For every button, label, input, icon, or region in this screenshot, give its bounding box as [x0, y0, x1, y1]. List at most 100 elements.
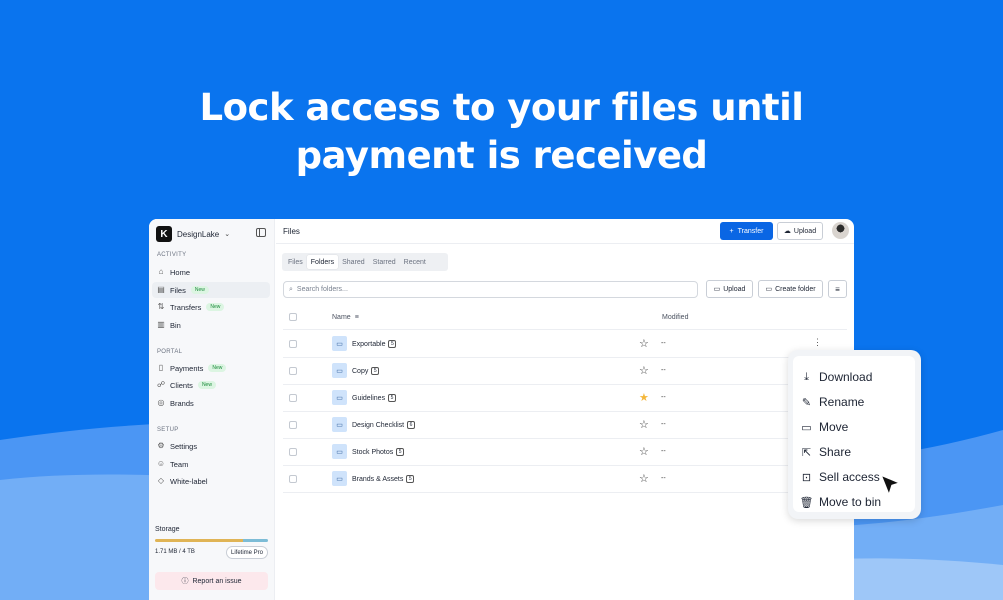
users-icon: ☍ [156, 380, 166, 389]
sidebar-item-settings[interactable]: ⚙ Settings [152, 438, 270, 454]
tab-recent[interactable]: Recent [400, 255, 430, 269]
sidebar-item-label: Home [170, 267, 191, 277]
star-filled-icon[interactable]: ★ [639, 391, 649, 404]
tab-files[interactable]: Files [284, 255, 307, 269]
table-row[interactable]: ▭ Guidelines 5 ★ -- [283, 385, 847, 412]
row-checkbox[interactable] [289, 421, 297, 429]
folder-name: Design Checklist 6 [352, 421, 415, 429]
team-icon: ☺ [156, 459, 166, 468]
menu-item-sell-access[interactable]: ⊡ Sell access [801, 468, 880, 486]
tab-folders[interactable]: Folders [306, 255, 339, 269]
folder-icon: ▭ [332, 417, 347, 432]
table-row[interactable]: ▭ Exportable 5 ☆ -- ⋮ [283, 331, 847, 358]
workspace-switcher[interactable]: K DesignLake ⌄ [156, 223, 268, 245]
search-placeholder: Search folders... [296, 286, 348, 293]
folder-name-label: Guidelines [352, 394, 386, 402]
sidebar-toggle-icon[interactable] [256, 228, 266, 237]
folder-name: Exportable 5 [352, 340, 397, 348]
modified-value: -- [661, 475, 666, 482]
topbar: Files + Transfer ☁ Upload [276, 219, 854, 244]
sidebar-item-label: Team [170, 459, 189, 469]
sidebar-item-clients[interactable]: ☍ Clients New [152, 377, 270, 393]
page-title: Files [283, 227, 300, 236]
star-icon[interactable]: ☆ [639, 418, 649, 431]
star-icon[interactable]: ☆ [639, 445, 649, 458]
folder-plus-icon: ▭ [765, 286, 773, 293]
table-row[interactable]: ▭ Copy 5 ☆ -- [283, 358, 847, 385]
mouse-cursor-icon [880, 474, 901, 496]
transfer-button[interactable]: + Transfer [720, 222, 773, 240]
folder-icon: ▭ [332, 390, 347, 405]
new-badge: New [208, 364, 227, 372]
file-icon: ▤ [157, 285, 165, 294]
workspace-logo: K [156, 226, 172, 242]
select-all-checkbox[interactable] [289, 313, 297, 321]
tab-shared[interactable]: Shared [338, 255, 369, 269]
menu-item-share[interactable]: ⇱ Share [801, 443, 851, 461]
star-icon[interactable]: ☆ [639, 337, 649, 350]
search-input[interactable]: ⌕ Search folders... [283, 281, 698, 298]
column-modified[interactable]: Modified [662, 314, 688, 321]
sidebar-item-files[interactable]: ▤ Files New [152, 282, 270, 298]
folder-icon: ▭ [332, 363, 347, 378]
row-checkbox[interactable] [289, 394, 297, 402]
headline-line-1: Lock access to your files until [199, 86, 804, 129]
new-badge: New [206, 303, 225, 311]
folder-upload-icon: ▭ [713, 286, 721, 293]
upload-button[interactable]: ▭ Upload [706, 280, 753, 298]
sidebar-item-white-label[interactable]: ◇ White-label [152, 473, 270, 489]
home-icon: ⌂ [158, 267, 164, 276]
row-checkbox[interactable] [289, 367, 297, 375]
create-folder-button[interactable]: ▭ Create folder [758, 280, 823, 298]
star-icon[interactable]: ☆ [639, 472, 649, 485]
column-name[interactable]: Name ≡ [332, 314, 359, 321]
sort-icon: ≡ [354, 314, 359, 321]
section-label-activity: ACTIVITY [157, 252, 187, 258]
view-tabs: Files Folders Shared Starred Recent [282, 253, 448, 271]
row-checkbox[interactable] [289, 340, 297, 348]
menu-item-label: Sell access [819, 470, 880, 484]
report-issue-button[interactable]: ⓘ Report an issue [155, 572, 268, 590]
menu-item-move-to-bin[interactable]: 🗑 Move to bin [799, 493, 882, 511]
modified-value: -- [661, 394, 666, 401]
sidebar-item-payments[interactable]: ▯ Payments New [152, 360, 270, 376]
table-row[interactable]: ▭ Brands & Assets 5 ☆ -- [283, 466, 847, 493]
storage-used: 1.71 MB / 4 TB [155, 549, 195, 555]
menu-item-download[interactable]: ⤓ Download [801, 368, 872, 386]
trash-icon: 🗑 [799, 496, 814, 509]
receipt-icon: ▯ [158, 363, 164, 372]
tab-starred[interactable]: Starred [369, 255, 400, 269]
folder-icon: ▭ [332, 444, 347, 459]
main-panel: Files + Transfer ☁ Upload Files Folders … [276, 219, 854, 600]
item-count: 5 [371, 367, 380, 375]
folder-name-label: Stock Photos [352, 448, 394, 456]
info-icon: ⓘ [181, 578, 189, 585]
folder-move-icon: ▭ [801, 421, 812, 434]
menu-item-move[interactable]: ▭ Move [801, 418, 848, 436]
sidebar-item-bin[interactable]: ▥ Bin [152, 317, 270, 333]
sidebar-item-brands[interactable]: ◎ Brands [152, 395, 270, 411]
upload-label: Upload [723, 285, 746, 293]
avatar[interactable] [832, 222, 849, 239]
more-options-icon[interactable]: ⋮ [813, 337, 822, 348]
row-checkbox[interactable] [289, 475, 297, 483]
list-view-button[interactable]: ≡ [828, 280, 847, 298]
app-window: K DesignLake ⌄ ACTIVITY ⌂ Home ▤ Files N… [149, 219, 854, 600]
download-icon: ⤓ [804, 370, 809, 383]
star-icon[interactable]: ☆ [639, 364, 649, 377]
plan-badge[interactable]: Lifetime Pro [226, 546, 269, 559]
table-row[interactable]: ▭ Stock Photos 5 ☆ -- [283, 439, 847, 466]
sidebar-item-home[interactable]: ⌂ Home [152, 264, 270, 280]
sidebar-item-transfers[interactable]: ⇅ Transfers New [152, 299, 270, 315]
item-count: 5 [396, 448, 405, 456]
sidebar-item-team[interactable]: ☺ Team [152, 456, 270, 472]
table-row[interactable]: ▭ Design Checklist 6 ☆ -- [283, 412, 847, 439]
share-icon: ⇱ [801, 446, 812, 459]
folder-name-label: Design Checklist [352, 421, 405, 429]
row-checkbox[interactable] [289, 448, 297, 456]
menu-item-rename[interactable]: ✎ Rename [801, 393, 864, 411]
upload-button-top[interactable]: ☁ Upload [777, 222, 823, 240]
item-count: 5 [388, 394, 396, 402]
storage-label: Storage [155, 526, 180, 533]
upload-label: Upload [793, 227, 817, 235]
